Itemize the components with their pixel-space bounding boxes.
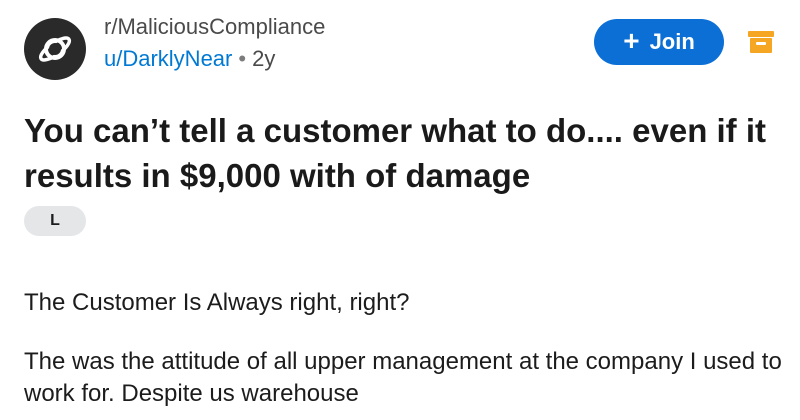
post-title[interactable]: You can’t tell a customer what to do....… bbox=[24, 108, 784, 198]
post-header: r/MaliciousCompliance u/DarklyNear • 2y + … bbox=[0, 0, 800, 90]
post-age: 2y bbox=[252, 46, 276, 71]
post-body-paragraph: The was the attitude of all upper manage… bbox=[24, 348, 782, 407]
post-flair[interactable]: L bbox=[24, 206, 86, 236]
save-icon[interactable] bbox=[746, 29, 776, 55]
subreddit-name[interactable]: r/MaliciousCompliance bbox=[104, 14, 325, 40]
join-label: Join bbox=[649, 29, 695, 54]
post-meta: u/DarklyNear • 2y bbox=[104, 46, 275, 72]
post-body-paragraph: The Customer Is Always right, right? bbox=[24, 289, 410, 316]
author-username[interactable]: u/DarklyNear bbox=[104, 46, 232, 71]
planet-icon bbox=[38, 36, 72, 62]
join-button[interactable]: + Join bbox=[594, 19, 724, 65]
plus-icon: + bbox=[623, 25, 640, 56]
meta-separator: • bbox=[238, 46, 247, 71]
subreddit-avatar[interactable] bbox=[24, 18, 86, 80]
